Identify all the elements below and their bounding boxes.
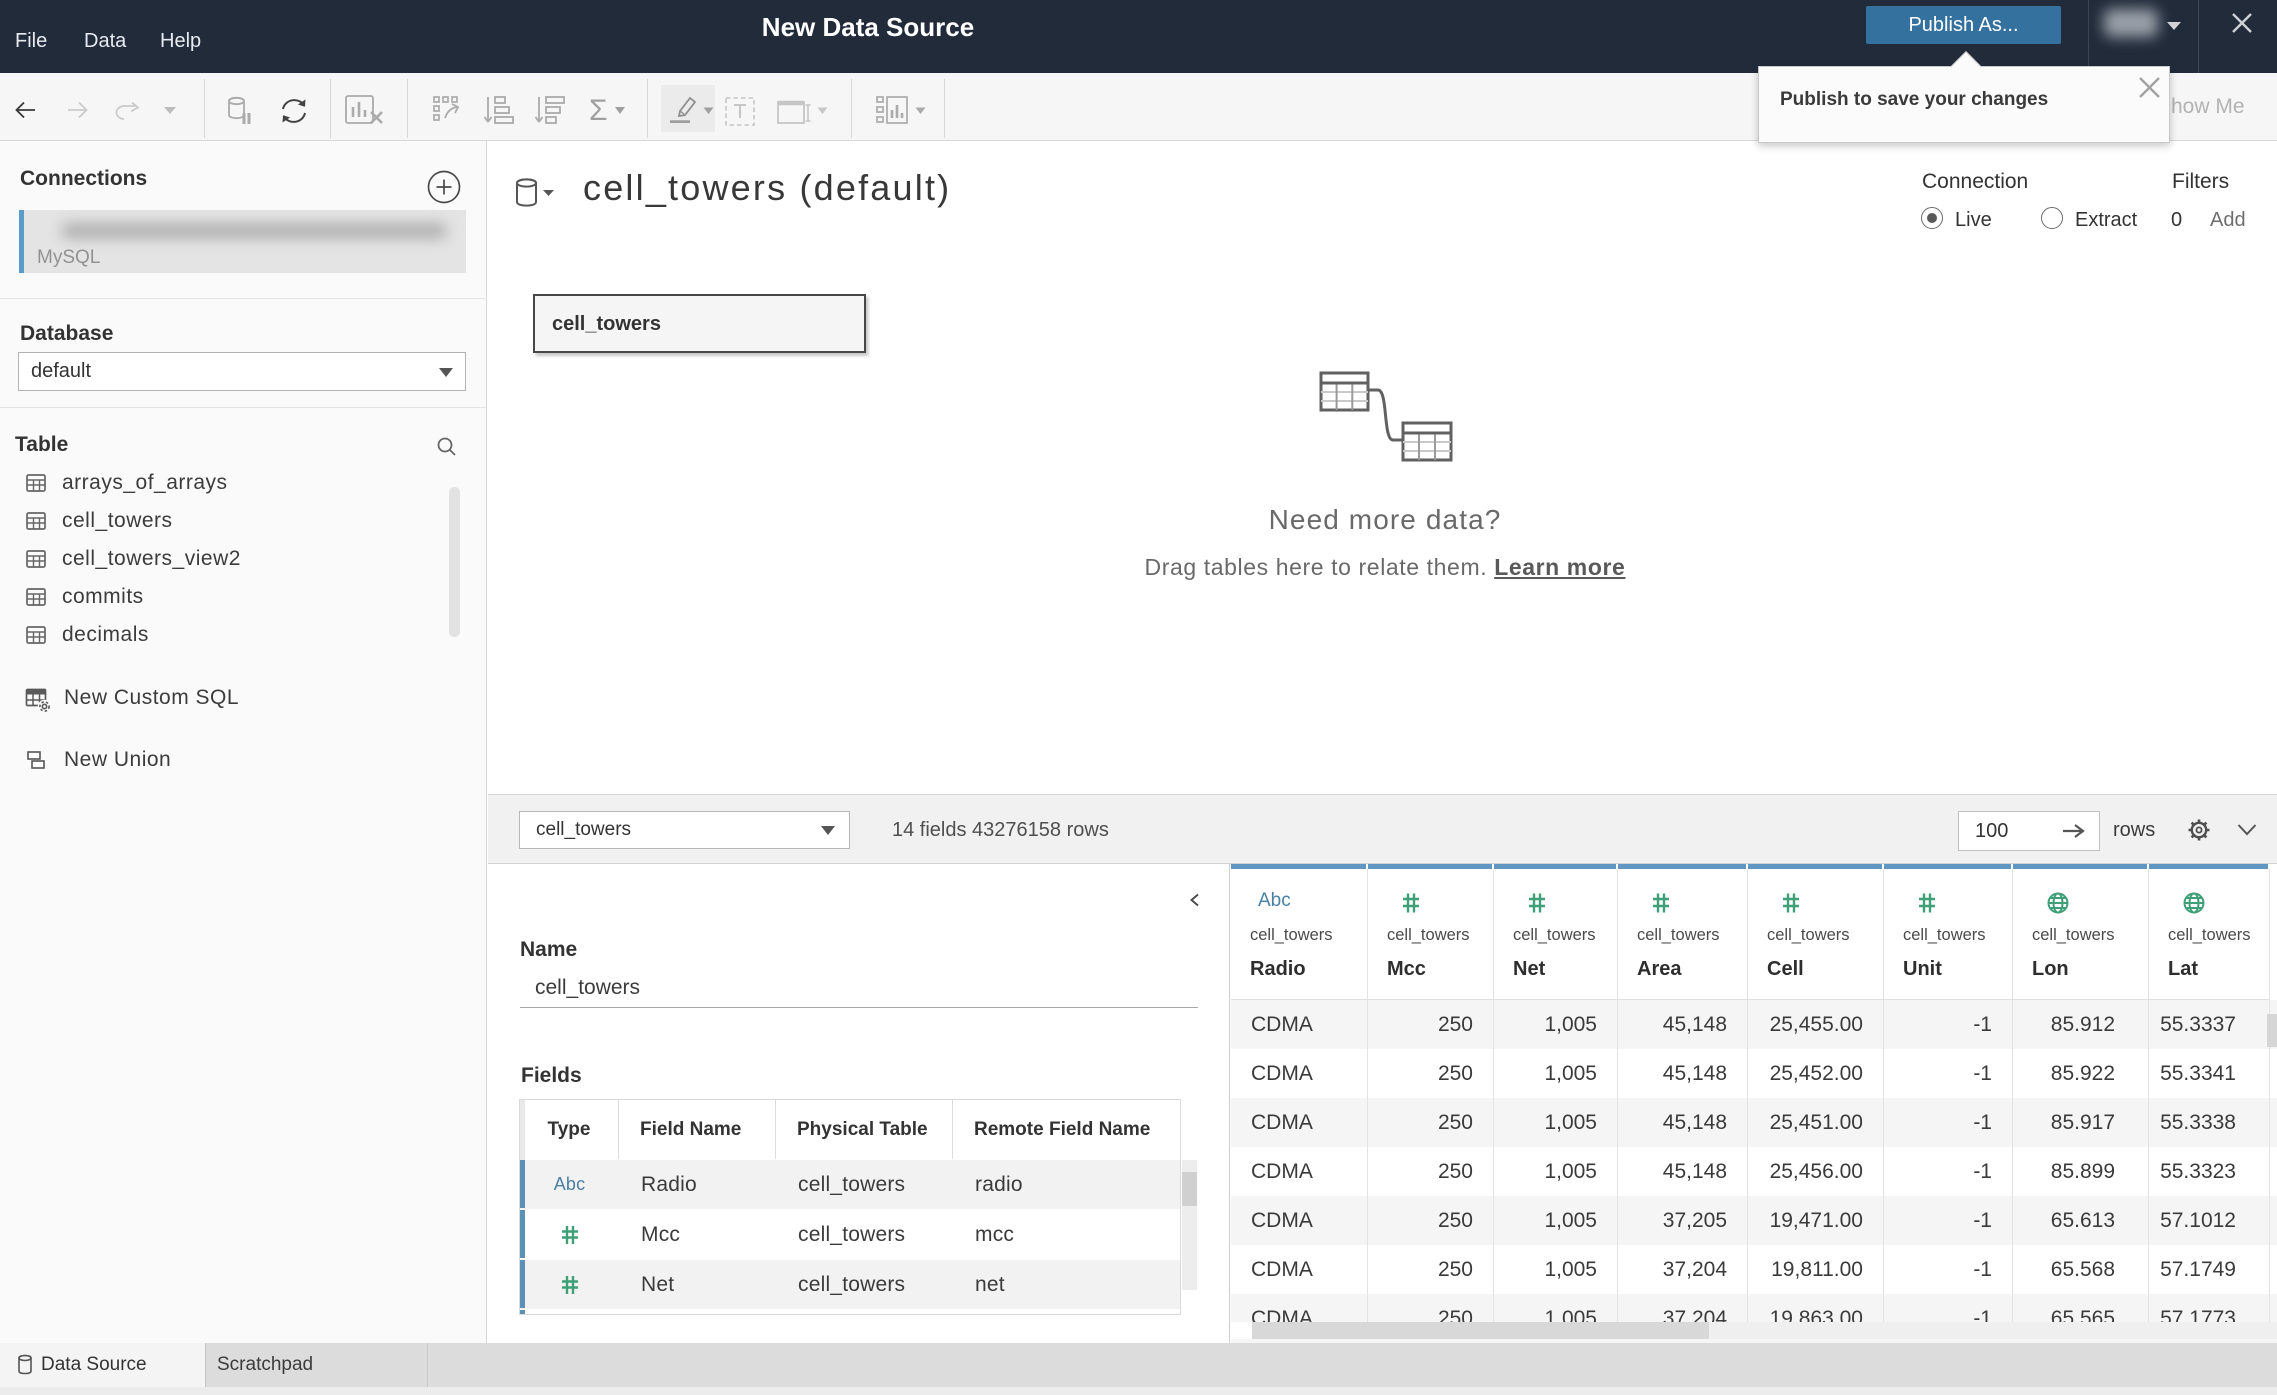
svg-text:Σ: Σ: [589, 94, 608, 126]
